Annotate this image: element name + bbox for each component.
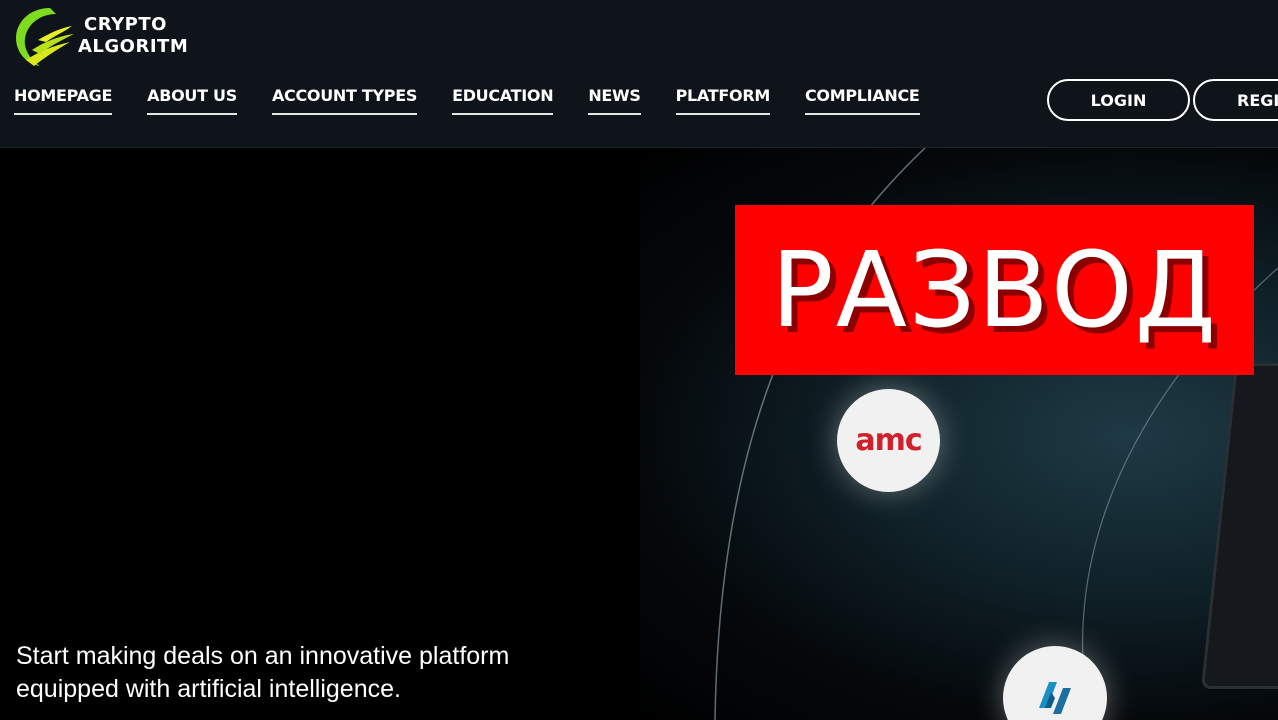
brand-line-1: CRYPTO — [84, 14, 167, 35]
register-button[interactable]: REGIS — [1193, 79, 1278, 121]
brand-logo[interactable]: CRYPTO ALGORITM — [12, 2, 232, 68]
hero-tagline-line-1: Start making deals on an innovative plat… — [16, 642, 510, 670]
nasdaq-logo-icon — [1039, 682, 1071, 714]
nav-item-education[interactable]: EDUCATION — [452, 86, 554, 115]
brand-wordmark: CRYPTO ALGORITM — [78, 14, 188, 58]
nav-item-news[interactable]: NEWS — [588, 86, 641, 115]
scam-warning-badge: РАЗВОД — [735, 205, 1254, 375]
scam-warning-label: РАЗВОД — [771, 229, 1218, 351]
hero-section: amc РАЗВОД Start making deals on an inno… — [0, 148, 1278, 720]
brand-line-2: ALGORITM — [78, 36, 189, 57]
nav-item-account-types[interactable]: ACCOUNT TYPES — [271, 86, 417, 115]
nav-item-platform[interactable]: PLATFORM — [675, 86, 770, 115]
nav-item-compliance[interactable]: COMPLIANCE — [804, 86, 920, 115]
amc-logo-bubble: amc — [837, 389, 940, 492]
hero-tagline: Start making deals on an innovative plat… — [16, 640, 509, 706]
page: CRYPTO ALGORITM HOMEPAGE ABOUT US ACCOUN… — [0, 0, 1278, 720]
nav-item-about-us[interactable]: ABOUT US — [147, 86, 237, 115]
logo-swoosh-icon — [16, 8, 74, 66]
login-button[interactable]: LOGIN — [1047, 79, 1190, 121]
site-header: CRYPTO ALGORITM HOMEPAGE ABOUT US ACCOUN… — [0, 0, 1278, 148]
hero-tagline-line-2: equipped with artificial intelligence. — [16, 675, 401, 703]
nav-item-homepage[interactable]: HOMEPAGE — [14, 86, 112, 115]
amc-logo: amc — [855, 423, 922, 458]
main-nav: HOMEPAGE ABOUT US ACCOUNT TYPES EDUCATIO… — [14, 86, 955, 115]
